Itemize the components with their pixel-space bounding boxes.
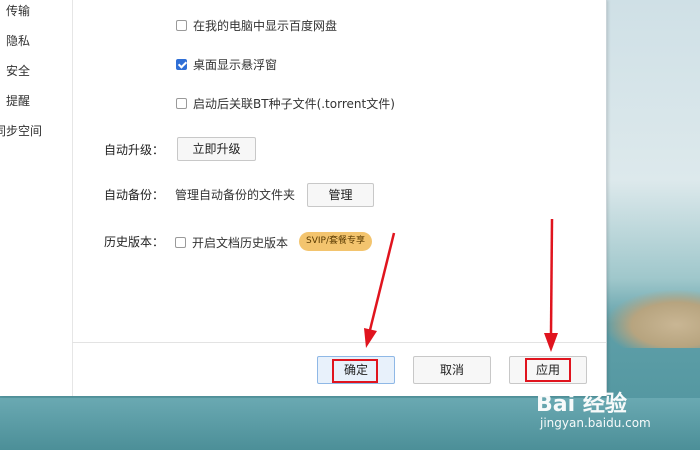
option-associate-bt[interactable]: 启动后关联BT种子文件(.torrent文件) (176, 94, 395, 112)
cancel-button[interactable]: 取消 (413, 356, 491, 384)
option-label: 在我的电脑中显示百度网盘 (193, 18, 338, 33)
option-label: 桌面显示悬浮窗 (193, 57, 278, 72)
settings-sidebar: 传输 隐私 安全 提醒 同步空间 (0, 0, 73, 396)
option-desktop-float[interactable]: 桌面显示悬浮窗 (176, 55, 277, 73)
auto-backup-description: 管理自动备份的文件夹 (175, 188, 296, 202)
sidebar-item-privacy[interactable]: 隐私 (6, 31, 30, 51)
watermark-logo: Bai 经验 (536, 392, 627, 417)
checkbox-desktop-float[interactable] (176, 58, 187, 70)
checkbox-history-version[interactable] (175, 236, 186, 248)
sidebar-item-reminder[interactable]: 提醒 (6, 91, 30, 111)
auto-backup-label: 自动备份： (104, 188, 165, 202)
auto-upgrade-label: 自动升级： (104, 143, 165, 157)
ok-button[interactable]: 确定 (317, 356, 395, 384)
sidebar-item-sync-space[interactable]: 同步空间 (0, 121, 42, 141)
history-version-label: 历史版本： (104, 235, 165, 249)
settings-window: 传输 隐私 安全 提醒 同步空间 在我的电脑中显示百度网盘 桌面显示悬浮窗 启动… (0, 0, 607, 396)
watermark-url: jingyan.baidu.com (540, 416, 651, 430)
checkbox-associate-bt[interactable] (176, 97, 187, 109)
svip-badge: SVIP/套餐专享 (299, 232, 372, 251)
option-label: 启动后关联BT种子文件(.torrent文件) (193, 96, 395, 111)
sidebar-item-security[interactable]: 安全 (6, 61, 30, 81)
desktop-reeds (606, 290, 700, 348)
baidu-jingyan-watermark: Bai 经验 jingyan.baidu.com (536, 376, 696, 440)
footer-divider (72, 342, 606, 343)
option-history-version[interactable]: 开启文档历史版本 (175, 233, 288, 251)
upgrade-now-button[interactable]: 立即升级 (177, 137, 256, 161)
checkbox-show-in-my-computer[interactable] (176, 19, 187, 31)
option-show-in-my-computer[interactable]: 在我的电脑中显示百度网盘 (176, 16, 337, 34)
manage-backup-button[interactable]: 管理 (307, 183, 374, 207)
option-label: 开启文档历史版本 (192, 235, 289, 250)
sidebar-item-transfer[interactable]: 传输 (6, 1, 30, 21)
